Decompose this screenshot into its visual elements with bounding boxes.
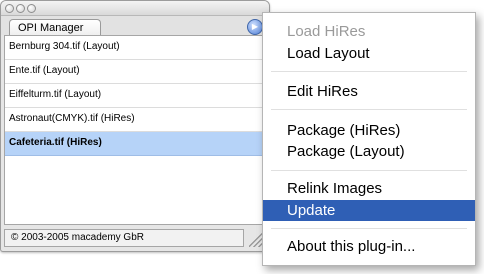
menu-item-package-hires[interactable]: Package (HiRes) <box>263 120 475 141</box>
menu-item-package-layout[interactable]: Package (Layout) <box>263 141 475 162</box>
palette-tab-row: OPI Manager <box>1 16 269 35</box>
list-item[interactable]: Ente.tif (Layout) <box>5 60 264 84</box>
menu-separator <box>271 228 467 229</box>
list-item[interactable]: Bernburg 304.tif (Layout) <box>5 36 264 60</box>
menu-separator <box>271 109 467 110</box>
list-item[interactable]: Astronaut(CMYK).tif (HiRes) <box>5 108 264 132</box>
resize-grip-icon[interactable] <box>249 233 263 247</box>
screen: OPI Manager ▶ Bernburg 304.tif (Layout) … <box>0 0 484 274</box>
copyright-footer: © 2003-2005 macademy GbR <box>4 229 244 247</box>
arrow-right-icon: ▶ <box>251 22 259 31</box>
opi-manager-palette: OPI Manager ▶ Bernburg 304.tif (Layout) … <box>0 0 270 252</box>
menu-item-about-plugin[interactable]: About this plug-in... <box>263 236 475 257</box>
palette-context-menu: Load HiRes Load Layout Edit HiRes Packag… <box>262 12 476 266</box>
list-item[interactable]: Eiffelturm.tif (Layout) <box>5 84 264 108</box>
menu-item-load-hires[interactable]: Load HiRes <box>263 21 475 42</box>
minimize-window-button[interactable] <box>16 4 25 13</box>
zoom-window-button[interactable] <box>27 4 36 13</box>
tab-opi-manager[interactable]: OPI Manager <box>9 19 101 35</box>
palette-menu-button[interactable]: ▶ <box>247 19 263 35</box>
list-item-selected[interactable]: Cafeteria.tif (HiRes) <box>5 132 264 156</box>
image-list: Bernburg 304.tif (Layout) Ente.tif (Layo… <box>4 35 265 225</box>
palette-titlebar[interactable] <box>1 1 269 16</box>
menu-item-load-layout[interactable]: Load Layout <box>263 43 475 64</box>
menu-item-relink-images[interactable]: Relink Images <box>263 178 475 199</box>
close-window-button[interactable] <box>5 4 14 13</box>
menu-item-edit-hires[interactable]: Edit HiRes <box>263 81 475 102</box>
menu-item-update[interactable]: Update <box>263 200 475 221</box>
menu-separator <box>271 71 467 72</box>
menu-separator <box>271 170 467 171</box>
